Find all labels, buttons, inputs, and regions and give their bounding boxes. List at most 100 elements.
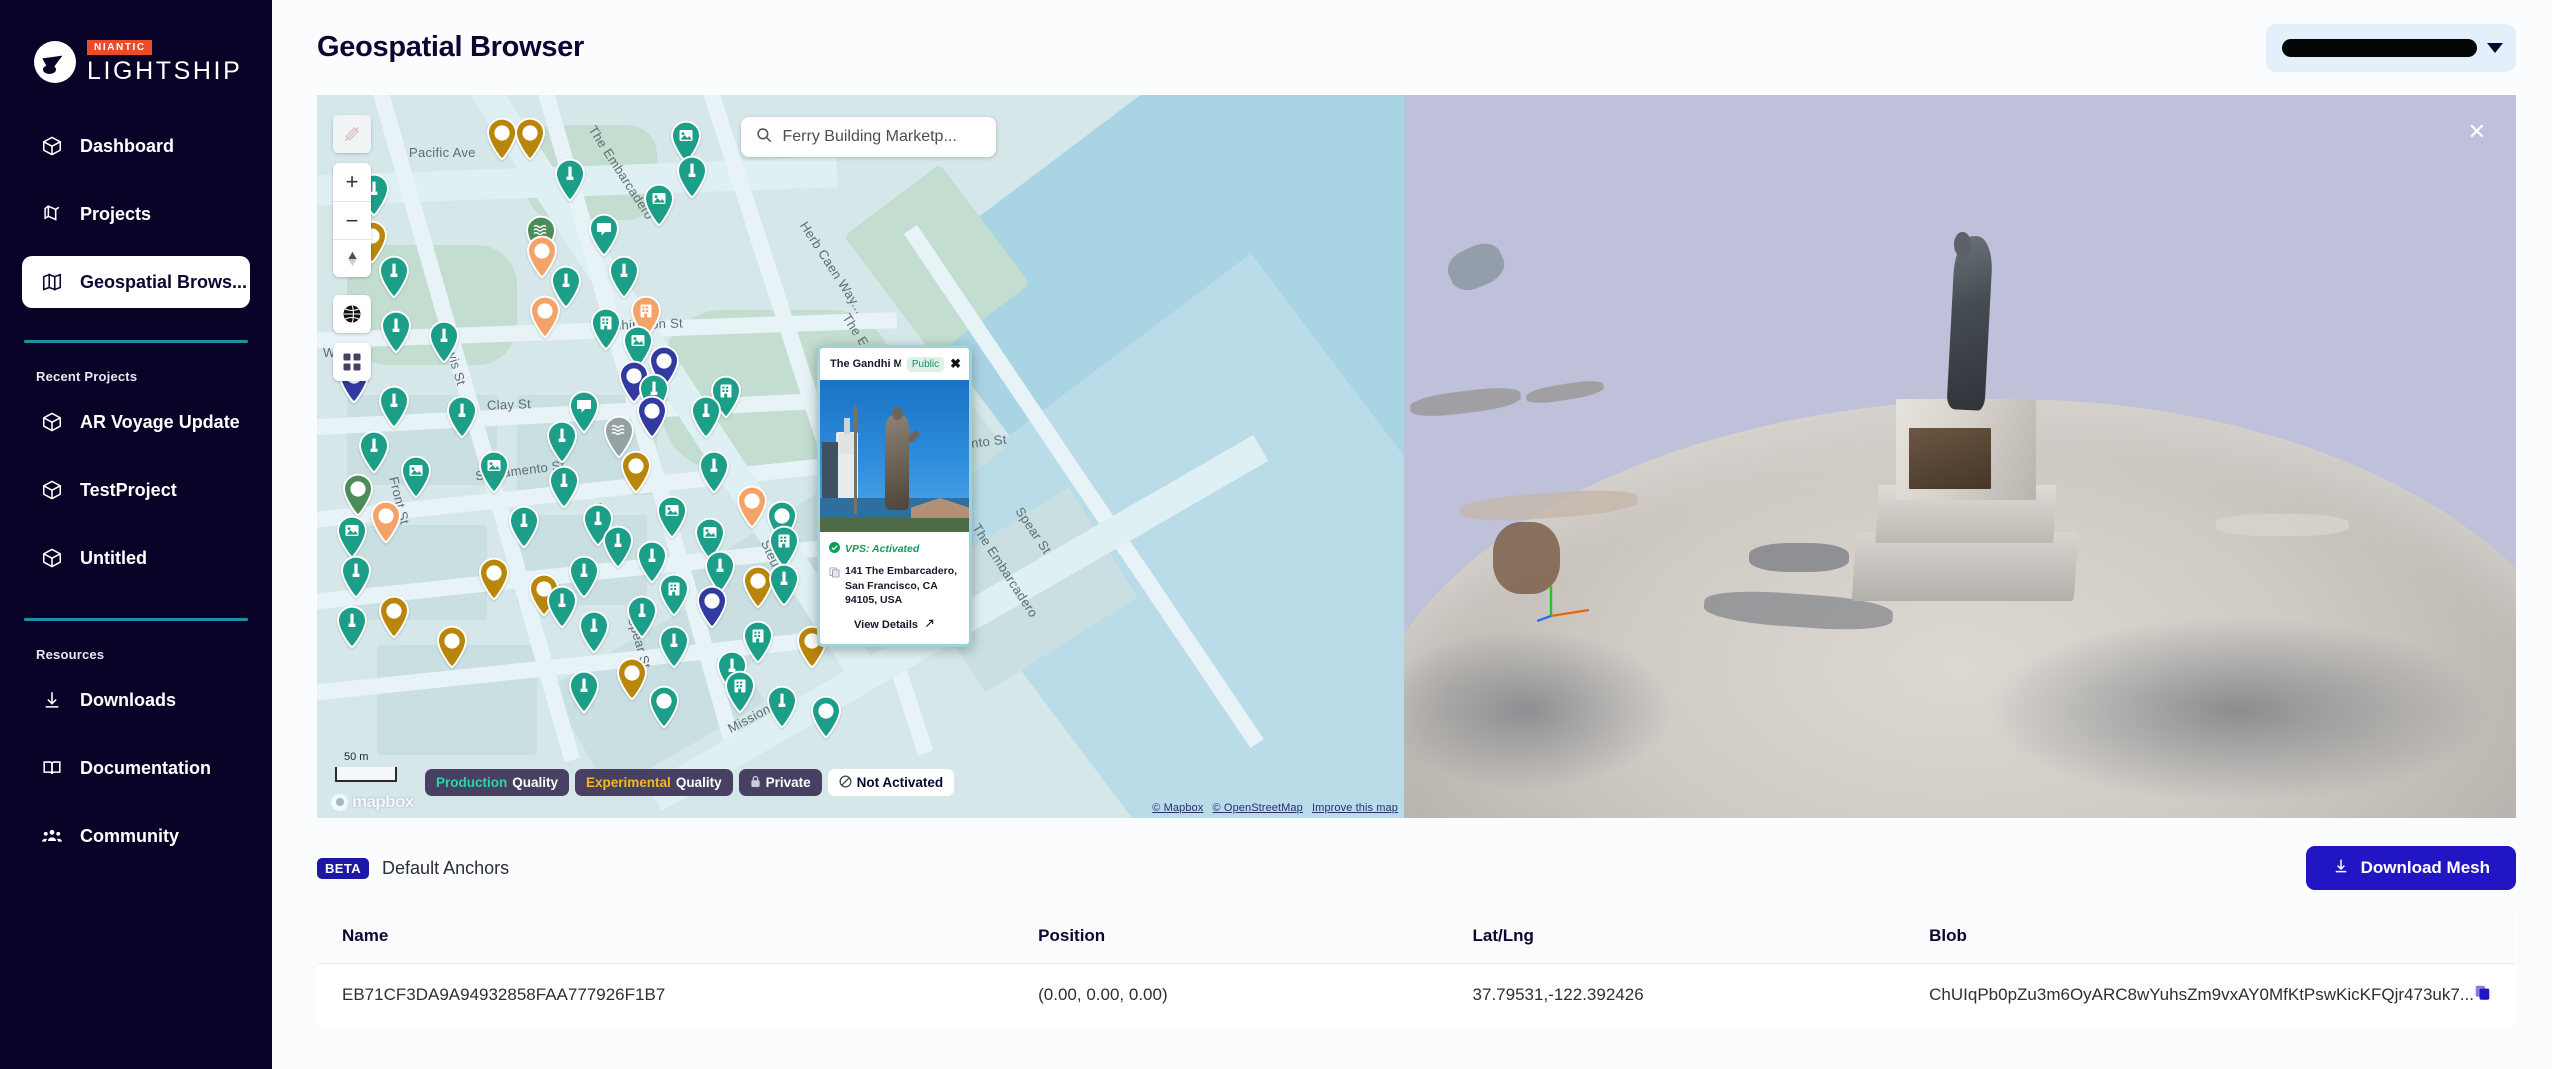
map-draw-control[interactable] [333,115,371,153]
grid-toggle-button[interactable] [333,343,371,381]
legend-chip-experimental-quality[interactable]: Experimental Quality [575,769,733,796]
compass-button[interactable] [333,239,371,277]
globe-toggle-control[interactable] [333,295,371,333]
map-pin-gold-dot[interactable] [377,595,411,639]
map-pin-teal-monument[interactable] [601,525,635,569]
popup-header: The Gandhi Monument a... Public ✖ [820,348,969,380]
column-header-blob[interactable]: Blob [1905,909,2515,964]
anchors-header: BETA Default Anchors Download Mesh [317,846,2516,890]
map-pin-gold-dot[interactable] [435,625,469,669]
sidebar-item-downloads[interactable]: Downloads [22,674,250,726]
copy-icon[interactable] [2474,984,2491,1006]
map-pin-teal-monument[interactable] [547,465,581,509]
column-header-position[interactable]: Position [1014,909,1448,964]
map-pin-gold-dot[interactable] [615,657,649,701]
map-pin-teal-monument[interactable] [625,595,659,639]
map-pin-teal-monument[interactable] [335,605,369,649]
map-popup-card[interactable]: The Gandhi Monument a... Public ✖ [817,345,972,647]
legend-chip-not-activated[interactable]: Not Activated [828,769,955,796]
map-panel[interactable]: Pacific Ave The Embarcadero Herb Caen Wa… [317,95,1404,818]
legend-chip-production-quality[interactable]: Production Quality [425,769,569,796]
map-pin-teal-building[interactable] [589,307,623,351]
sidebar-item-community[interactable]: Community [22,810,250,862]
sidebar-item-dashboard[interactable]: Dashboard [22,120,250,172]
map-pin-teal-monument[interactable] [689,395,723,439]
sidebar-item-projects[interactable]: Projects [22,188,250,240]
globe-toggle-button[interactable] [333,295,371,333]
map-pin-orange-dot[interactable] [369,500,403,544]
sidebar-item-geospatial-browser[interactable]: Geospatial Brows... [22,256,250,308]
map-pin-teal-monument[interactable] [657,625,691,669]
map-pin-teal-monument[interactable] [507,505,541,549]
map-pin-teal-photo[interactable] [335,515,369,559]
legend-chip-private[interactable]: Private [739,769,822,796]
copy-icon[interactable] [829,565,840,608]
map-pin-teal-monument[interactable] [379,310,413,354]
map-pin-teal-monument[interactable] [427,320,461,364]
map-attribution: © Mapbox © OpenStreetMap Improve this ma… [1146,802,1398,814]
map-pin-teal-dot[interactable] [647,685,681,729]
map-pin-teal-monument[interactable] [339,555,373,599]
sidebar-item-documentation[interactable]: Documentation [22,742,250,794]
attrib-improve-link[interactable]: Improve this map [1312,802,1398,814]
map-pin-teal-photo[interactable] [642,183,676,227]
column-header-latlng[interactable]: Lat/Lng [1449,909,1906,964]
map-search-box[interactable] [741,117,996,157]
mesh-viewer-panel[interactable]: ✕ [1404,95,2516,818]
sidebar-item-testproject[interactable]: TestProject [22,464,250,516]
attrib-mapbox-link[interactable]: © Mapbox [1152,802,1203,814]
map-search-input[interactable] [783,128,982,146]
map-pin-teal-monument[interactable] [357,430,391,474]
map-pin-teal-monument[interactable] [697,450,731,494]
download-mesh-button[interactable]: Download Mesh [2306,846,2516,890]
sidebar-item-ar-voyage-update[interactable]: AR Voyage Update [22,396,250,448]
map-pin-orange-dot[interactable] [528,295,562,339]
legend-chip-rest: Quality [512,775,558,790]
draw-polygon-button[interactable] [333,115,371,153]
cell-anchor-position: (0.00, 0.00, 0.00) [1014,964,1448,1027]
zoom-out-button[interactable]: − [333,201,371,239]
sidebar-item-label: Downloads [80,690,176,711]
map-pin-gold-dot[interactable] [477,557,511,601]
table-row[interactable]: EB71CF3DA9A94932858FAA777926F1B7 (0.00, … [318,964,2516,1027]
map-pin-teal-photo[interactable] [477,450,511,494]
anchors-table: Name Position Lat/Lng Blob EB71CF3DA9A94… [317,908,2516,1027]
map-pin-gold-dot[interactable] [619,450,653,494]
map-pin-teal-monument[interactable] [545,420,579,464]
map-pin-teal-comment[interactable] [587,213,621,257]
map-pin-teal-monument[interactable] [445,395,479,439]
mapbox-logo[interactable]: mapbox [331,792,414,812]
map-pin-teal-monument[interactable] [545,585,579,629]
map-pin-teal-building[interactable] [657,573,691,617]
map-zoom-controls[interactable]: + − [333,163,371,277]
attrib-osm-link[interactable]: © OpenStreetMap [1213,802,1303,814]
popup-view-details-button[interactable]: View Details [829,616,960,634]
column-header-name[interactable]: Name [318,909,1015,964]
map-pin-teal-monument[interactable] [675,155,709,199]
map-pin-orange-dot[interactable] [735,485,769,529]
niantic-wordmark: NIANTIC [87,40,152,55]
map-pin-blue-dot[interactable] [695,585,729,629]
map-pin-teal-monument[interactable] [765,685,799,729]
map-pin-teal-monument[interactable] [567,670,601,714]
map-pin-teal-photo[interactable] [655,495,689,539]
popup-close-icon[interactable]: ✖ [950,356,961,372]
map-pin-teal-monument[interactable] [377,255,411,299]
map-pin-teal-dot[interactable] [809,695,843,739]
map-pin-teal-monument[interactable] [767,563,801,607]
people-icon [40,824,64,848]
map-pin-teal-building[interactable] [723,670,757,714]
mesh-close-icon[interactable]: ✕ [2468,121,2486,143]
lightship-logo[interactable]: NIANTIC LIGHTSHIP [0,0,272,92]
map-pin-teal-monument[interactable] [607,255,641,299]
sidebar-item-untitled[interactable]: Untitled [22,532,250,584]
zoom-in-button[interactable]: + [333,163,371,201]
map-pin-teal-monument[interactable] [577,610,611,654]
map-pin-teal-monument[interactable] [377,385,411,429]
map-pin-teal-monument[interactable] [553,158,587,202]
grid-toggle-control[interactable] [333,343,371,381]
map-pin-teal-photo[interactable] [399,455,433,499]
project-selector-dropdown[interactable] [2266,24,2516,72]
map-pin-blue-dot[interactable] [635,395,669,439]
map-pin-gold-dot[interactable] [513,117,547,161]
